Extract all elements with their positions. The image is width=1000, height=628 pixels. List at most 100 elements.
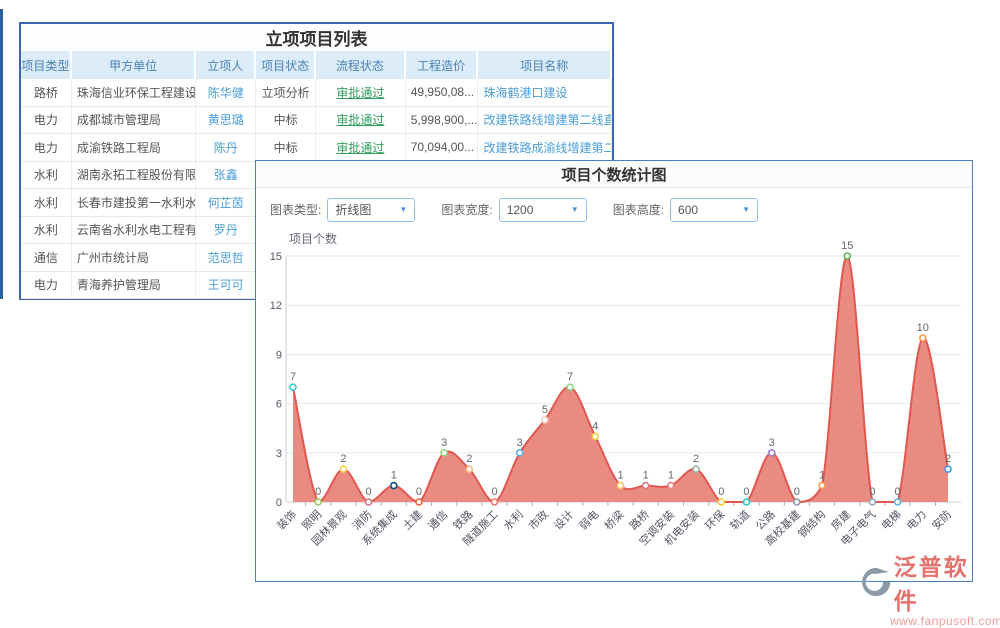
data-point[interactable] <box>668 483 674 489</box>
svg-text:环保: 环保 <box>702 507 727 532</box>
svg-text:通信: 通信 <box>426 508 451 533</box>
data-point[interactable] <box>441 450 447 456</box>
chart-height-select[interactable]: 600 ▼ <box>670 198 758 222</box>
svg-text:0: 0 <box>794 486 800 498</box>
cell-initiator[interactable]: 黄思璐 <box>196 107 256 134</box>
svg-text:3: 3 <box>769 437 775 449</box>
cell-flow[interactable]: 审批通过 <box>316 107 406 134</box>
table-header-row: 项目类型甲方单位立项人项目状态流程状态工程造价项目名称 <box>21 51 612 79</box>
svg-text:1: 1 <box>391 470 397 482</box>
svg-text:桥梁: 桥梁 <box>601 507 626 532</box>
svg-text:0: 0 <box>869 486 875 498</box>
data-point[interactable] <box>920 335 926 341</box>
cell-initiator[interactable]: 陈华健 <box>196 79 256 106</box>
cell-type: 电力 <box>21 107 72 134</box>
cell-cost: 49,950,08... <box>406 79 479 106</box>
chart-window-title: 项目个数统计图 <box>561 164 666 185</box>
data-point[interactable] <box>819 483 825 489</box>
cell-unit: 长春市建投第一水利水... <box>72 189 197 216</box>
data-point[interactable] <box>693 466 699 472</box>
data-point[interactable] <box>718 499 724 505</box>
data-point[interactable] <box>769 450 775 456</box>
chart-width-select[interactable]: 1200 ▼ <box>499 198 587 222</box>
svg-text:电力: 电力 <box>904 508 929 533</box>
cell-type: 电力 <box>21 272 72 299</box>
cell-status: 中标 <box>256 134 316 161</box>
svg-text:0: 0 <box>491 486 497 498</box>
data-point[interactable] <box>618 483 624 489</box>
svg-text:10: 10 <box>917 322 929 334</box>
svg-text:2: 2 <box>945 453 951 465</box>
cell-initiator[interactable]: 陈丹 <box>196 134 256 161</box>
data-point[interactable] <box>895 499 901 505</box>
svg-text:1: 1 <box>819 470 825 482</box>
cell-type: 水利 <box>21 217 72 244</box>
statistics-chart-window: 项目个数统计图 图表类型: 折线图 ▼ 图表宽度: 1200 ▼ 图表高度: 6… <box>255 160 973 582</box>
data-point[interactable] <box>643 483 649 489</box>
svg-text:项目个数: 项目个数 <box>289 231 337 246</box>
svg-text:装饰: 装饰 <box>274 507 299 532</box>
data-point[interactable] <box>340 466 346 472</box>
column-header-type[interactable]: 项目类型 <box>21 51 72 79</box>
cell-initiator[interactable]: 王可可 <box>196 272 256 299</box>
svg-text:9: 9 <box>276 349 282 361</box>
cell-name[interactable]: 改建铁路成渝线增建第二... <box>478 134 612 161</box>
svg-text:1: 1 <box>643 470 649 482</box>
cell-unit: 成渝铁路工程局 <box>72 134 197 161</box>
table-row[interactable]: 电力成渝铁路工程局陈丹中标审批通过70,094,00...改建铁路成渝线增建第二… <box>21 134 612 162</box>
svg-text:土建: 土建 <box>400 507 425 532</box>
cell-initiator[interactable]: 范思哲 <box>196 244 256 271</box>
vendor-name: 泛普软件 <box>894 548 990 616</box>
column-header-status[interactable]: 项目状态 <box>256 51 316 79</box>
cell-name[interactable]: 改建铁路线增建第二线直... <box>478 107 612 134</box>
cell-initiator[interactable]: 罗丹 <box>196 217 256 244</box>
column-header-flow[interactable]: 流程状态 <box>316 51 406 79</box>
data-point[interactable] <box>869 499 875 505</box>
chart-width-value: 1200 <box>507 203 534 217</box>
table-row[interactable]: 电力成都城市管理局黄思璐中标审批通过5,998,900,...改建铁路线增建第二… <box>21 107 612 135</box>
data-point[interactable] <box>290 384 296 390</box>
cell-unit: 成都城市管理局 <box>72 107 197 134</box>
data-point[interactable] <box>416 499 422 505</box>
svg-text:7: 7 <box>290 371 296 383</box>
column-header-initiator[interactable]: 立项人 <box>196 51 256 79</box>
svg-text:2: 2 <box>693 453 699 465</box>
background-window-edge <box>0 9 3 299</box>
svg-text:7: 7 <box>567 371 573 383</box>
vendor-logo: 泛普软件 www.fanpusoft.com <box>858 548 990 628</box>
cell-name[interactable]: 珠海鹤港口建设 <box>478 79 612 106</box>
chart-width-label: 图表宽度: <box>441 201 492 218</box>
cell-flow[interactable]: 审批通过 <box>316 134 406 161</box>
chart-type-value: 折线图 <box>335 201 371 218</box>
data-point[interactable] <box>517 450 523 456</box>
data-point[interactable] <box>391 483 397 489</box>
data-point[interactable] <box>844 253 850 259</box>
chart-type-select[interactable]: 折线图 ▼ <box>327 198 415 222</box>
data-point[interactable] <box>794 499 800 505</box>
data-point[interactable] <box>945 466 951 472</box>
data-point[interactable] <box>492 499 498 505</box>
fanpu-swoosh-icon <box>858 565 891 599</box>
svg-text:3: 3 <box>276 448 282 460</box>
data-point[interactable] <box>743 499 749 505</box>
data-point[interactable] <box>592 433 598 439</box>
column-header-cost[interactable]: 工程造价 <box>406 51 479 79</box>
svg-text:15: 15 <box>270 251 282 263</box>
column-header-unit[interactable]: 甲方单位 <box>72 51 197 79</box>
cell-initiator[interactable]: 张鑫 <box>196 162 256 189</box>
cell-flow[interactable]: 审批通过 <box>316 79 406 106</box>
table-row[interactable]: 路桥珠海信业环保工程建设...陈华健立项分析审批通过49,950,08...珠海… <box>21 79 612 107</box>
data-point[interactable] <box>315 499 321 505</box>
data-point[interactable] <box>567 384 573 390</box>
cell-unit: 珠海信业环保工程建设... <box>72 79 197 106</box>
data-point[interactable] <box>366 499 372 505</box>
column-header-name[interactable]: 项目名称 <box>478 51 612 79</box>
data-point[interactable] <box>542 417 548 423</box>
svg-text:3: 3 <box>441 437 447 449</box>
data-point[interactable] <box>466 466 472 472</box>
chart-canvas: 项目个数036912157020103203574111200301150010… <box>256 231 972 582</box>
svg-text:15: 15 <box>841 240 853 252</box>
cell-initiator[interactable]: 何芷茵 <box>196 189 256 216</box>
vendor-url[interactable]: www.fanpusoft.com <box>890 614 990 628</box>
svg-text:0: 0 <box>276 497 282 509</box>
